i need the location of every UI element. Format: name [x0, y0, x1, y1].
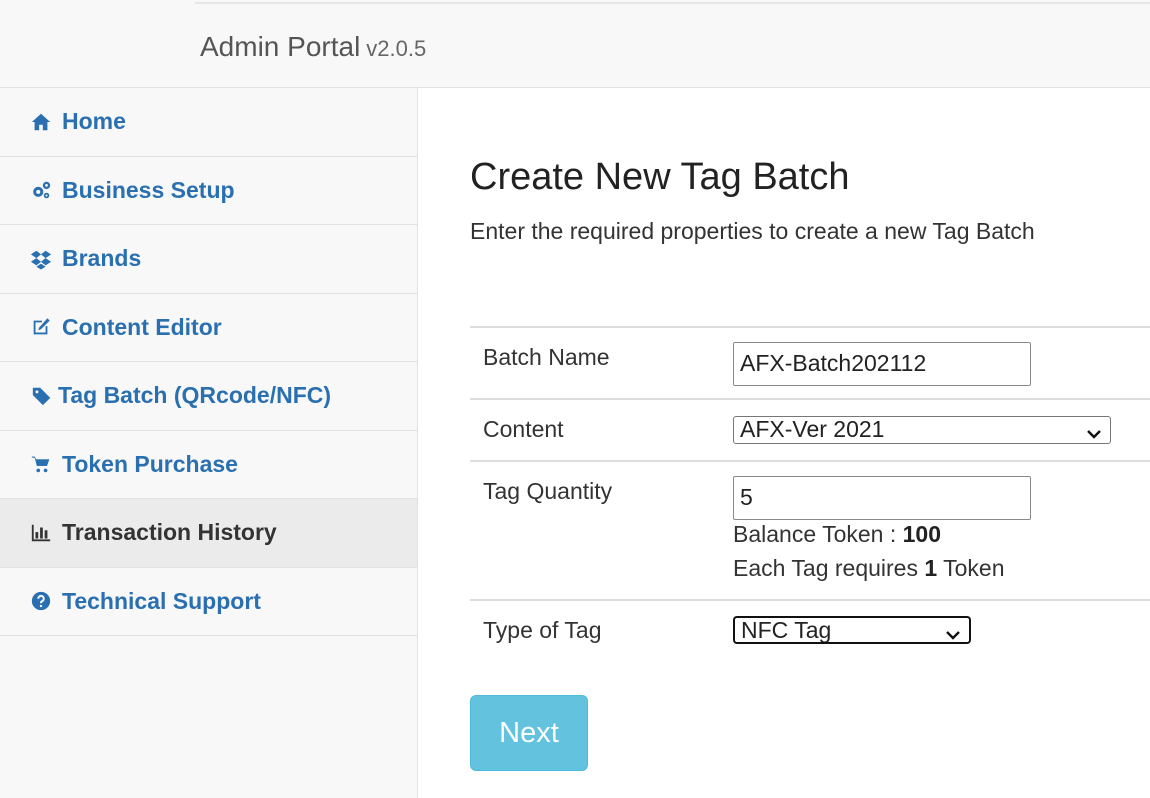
content-select-value: AFX-Ver 2021: [740, 416, 885, 442]
page-title: Create New Tag Batch: [470, 156, 850, 198]
sidebar-item-home[interactable]: Home: [0, 88, 417, 157]
tag-quantity-input[interactable]: 5: [733, 476, 1031, 520]
sidebar-item-label: Token Purchase: [62, 450, 238, 477]
sidebar-item-brands[interactable]: Brands: [0, 225, 417, 294]
question-circle-icon: [28, 589, 54, 613]
form-row-type-of-tag: Type of Tag NFC Tag: [470, 601, 1150, 671]
tags-icon: [28, 384, 56, 408]
sidebar-item-technical-support[interactable]: Technical Support: [0, 568, 417, 636]
main-content: Create New Tag Batch Enter the required …: [418, 88, 1150, 798]
chevron-down-icon: [945, 623, 961, 640]
app-title: Admin Portal: [200, 31, 361, 62]
sidebar-item-business-setup[interactable]: Business Setup: [0, 157, 417, 225]
sidebar-item-label: Technical Support: [62, 587, 261, 614]
type-of-tag-select-value: NFC Tag: [741, 617, 832, 643]
content-label: Content: [483, 416, 564, 442]
app-version: v2.0.5: [366, 36, 427, 61]
form-row-tag-quantity: Tag Quantity 5 Balance Token : 100 Each …: [470, 462, 1150, 601]
token-requirement-text: Each Tag requires 1 Token: [733, 555, 1005, 582]
sidebar-item-token-purchase[interactable]: Token Purchase: [0, 431, 417, 499]
edit-icon: [28, 315, 54, 339]
next-button[interactable]: Next: [470, 695, 588, 771]
token-requirement-suffix: Token: [937, 555, 1005, 581]
top-navbar: Admin Portal v2.0.5: [0, 0, 1150, 88]
sidebar-item-label: Business Setup: [62, 176, 235, 203]
sidebar-item-label: Home: [62, 108, 126, 135]
balance-token-value: 100: [902, 521, 942, 547]
app-brand[interactable]: Admin Portal v2.0.5: [200, 30, 426, 66]
form-row-content: Content AFX-Ver 2021: [470, 400, 1150, 462]
balance-token-text: Balance Token : 100: [733, 521, 941, 548]
batch-name-label: Batch Name: [483, 344, 610, 370]
tag-batch-form: Batch Name AFX-Batch202112 Content AFX-V…: [470, 326, 1150, 671]
token-requirement-prefix: Each Tag requires: [733, 555, 925, 581]
sidebar-item-content-editor[interactable]: Content Editor: [0, 294, 417, 362]
top-divider: [195, 2, 1150, 4]
home-icon: [28, 110, 54, 134]
content-select[interactable]: AFX-Ver 2021: [733, 416, 1111, 444]
cart-icon: [28, 452, 54, 476]
sidebar: Home Business Setup Brands Content Edito…: [0, 88, 418, 798]
token-requirement-value: 1: [924, 555, 938, 581]
batch-name-input[interactable]: AFX-Batch202112: [733, 342, 1031, 386]
sidebar-item-transaction-history[interactable]: Transaction History: [0, 499, 417, 568]
balance-token-label: Balance Token :: [733, 521, 903, 547]
type-of-tag-select[interactable]: NFC Tag: [733, 616, 971, 644]
page-subtitle: Enter the required properties to create …: [470, 218, 1035, 244]
sidebar-item-label: Brands: [62, 245, 142, 272]
chevron-down-icon: [1086, 422, 1102, 439]
bar-chart-icon: [28, 521, 54, 545]
sidebar-item-label: Content Editor: [62, 313, 222, 340]
sidebar-item-label: Tag Batch (QRcode/NFC): [58, 382, 332, 409]
form-row-batch-name: Batch Name AFX-Batch202112: [470, 328, 1150, 400]
sidebar-item-tag-batch[interactable]: Tag Batch (QRcode/NFC): [0, 362, 417, 431]
dropbox-icon: [28, 247, 54, 271]
tag-quantity-label: Tag Quantity: [483, 478, 613, 504]
sidebar-item-label: Transaction History: [62, 519, 277, 546]
type-of-tag-label: Type of Tag: [483, 617, 602, 643]
gears-icon: [28, 178, 54, 202]
